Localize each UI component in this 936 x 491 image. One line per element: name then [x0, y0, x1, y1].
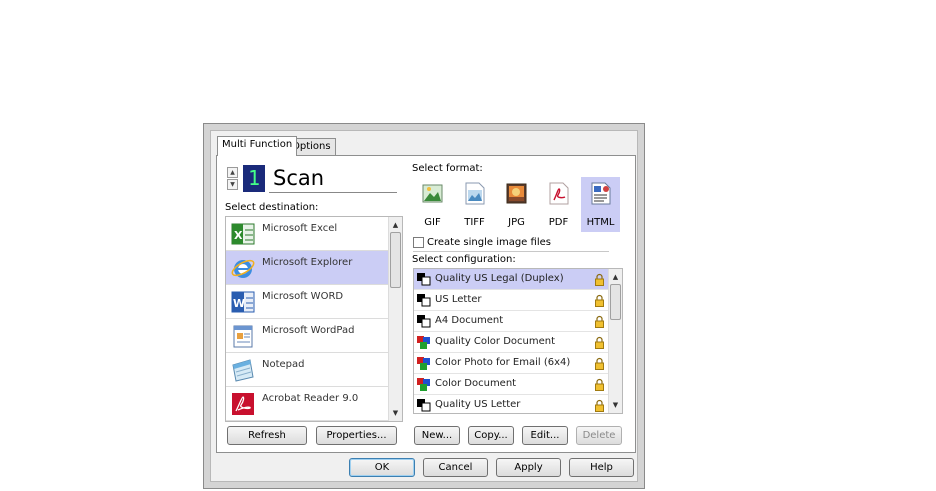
edit-button[interactable]: Edit... — [522, 426, 568, 445]
bw-scan-icon — [417, 399, 431, 412]
destination-item-wordpad[interactable]: Microsoft WordPad — [226, 319, 389, 353]
scan-spinner[interactable]: ▲ ▼ — [227, 167, 238, 191]
format-label: HTML — [586, 217, 615, 228]
config-item[interactable]: A4 Document — [414, 311, 610, 332]
destination-item-label: Microsoft WordPad — [262, 325, 355, 336]
color-scan-icon — [417, 378, 430, 391]
spin-down-button[interactable]: ▼ — [227, 179, 238, 190]
config-item[interactable]: Color Photo for Email (6x4) — [414, 353, 610, 374]
destination-item-label: Acrobat Reader 9.0 — [262, 393, 359, 404]
properties-button[interactable]: Properties... — [316, 426, 397, 445]
html-document-icon — [591, 182, 611, 205]
select-format-label: Select format: — [412, 163, 483, 174]
scan-button-icon: 1 — [243, 165, 265, 192]
help-button[interactable]: Help — [569, 458, 634, 477]
ie-icon — [231, 259, 255, 278]
bw-scan-icon — [417, 294, 431, 307]
excel-icon: X — [231, 223, 255, 245]
cancel-button[interactable]: Cancel — [423, 458, 488, 477]
scan-title-underline — [269, 192, 397, 193]
config-item[interactable]: Quality US Letter — [414, 395, 610, 413]
pdf-document-icon — [549, 182, 569, 205]
config-item[interactable]: Color Document — [414, 374, 610, 395]
format-html[interactable]: HTML — [581, 177, 620, 232]
config-item-label: Quality Color Document — [435, 336, 556, 347]
destination-scrollbar[interactable]: ▲ ▼ — [388, 217, 402, 421]
format-label: TIFF — [464, 217, 485, 228]
format-label: JPG — [508, 217, 525, 228]
bw-scan-icon — [417, 315, 431, 328]
scroll-up-arrow-icon[interactable]: ▲ — [389, 219, 402, 231]
ok-button[interactable]: OK — [349, 458, 415, 477]
wordpad-icon — [233, 325, 253, 348]
configuration-list[interactable]: Quality US Legal (Duplex) US Letter A4 D… — [413, 268, 623, 414]
spin-up-button[interactable]: ▲ — [227, 167, 238, 178]
scroll-thumb[interactable] — [610, 284, 621, 320]
svg-text:X: X — [234, 229, 243, 242]
gif-image-icon — [422, 184, 443, 203]
lock-icon — [595, 399, 604, 412]
color-scan-icon — [417, 336, 430, 349]
bw-scan-icon — [417, 273, 431, 286]
destination-item-notepad[interactable]: Notepad — [226, 353, 389, 387]
single-image-label: Create single image files — [427, 237, 551, 248]
word-icon: W — [231, 291, 255, 313]
color-scan-icon — [417, 357, 430, 370]
destination-item-acrobat[interactable]: Acrobat Reader 9.0 — [226, 387, 389, 421]
lock-icon — [595, 315, 604, 328]
format-gif[interactable]: GIF — [413, 177, 452, 232]
destination-item-label: Notepad — [262, 359, 305, 370]
lock-icon — [595, 273, 604, 286]
lock-icon — [595, 294, 604, 307]
destination-item-label: Microsoft Excel — [262, 223, 338, 234]
destination-item-explorer[interactable]: Microsoft Explorer — [226, 251, 389, 285]
destination-item-word[interactable]: W Microsoft WORD — [226, 285, 389, 319]
format-jpg[interactable]: JPG — [497, 177, 536, 232]
tab-multi-function[interactable]: Multi Function — [217, 136, 298, 156]
config-item[interactable]: US Letter — [414, 290, 610, 311]
delete-button[interactable]: Delete — [576, 426, 622, 445]
new-button[interactable]: New... — [414, 426, 460, 445]
lock-icon — [595, 336, 604, 349]
scroll-down-arrow-icon[interactable]: ▼ — [389, 407, 402, 419]
destination-item-label: Microsoft WORD — [262, 291, 344, 302]
config-item[interactable]: Quality Color Document — [414, 332, 610, 353]
config-item-label: Color Photo for Email (6x4) — [435, 357, 571, 368]
format-label: PDF — [548, 217, 569, 228]
acrobat-icon — [232, 393, 254, 415]
configuration-scrollbar[interactable]: ▲ ▼ — [608, 269, 622, 413]
destination-list[interactable]: X Microsoft Excel Microsoft Explorer W M… — [225, 216, 403, 422]
scan-title: Scan — [273, 166, 325, 190]
format-label: GIF — [424, 217, 441, 228]
copy-button[interactable]: Copy... — [468, 426, 514, 445]
destination-item-excel[interactable]: X Microsoft Excel — [226, 217, 389, 251]
jpg-image-icon — [506, 183, 527, 204]
config-item-label: US Letter — [435, 294, 482, 305]
select-destination-label: Select destination: — [225, 202, 319, 213]
config-item-label: Quality US Legal (Duplex) — [435, 273, 564, 284]
format-pdf[interactable]: PDF — [539, 177, 578, 232]
scroll-up-arrow-icon[interactable]: ▲ — [609, 271, 622, 283]
refresh-button[interactable]: Refresh — [227, 426, 307, 445]
scroll-thumb[interactable] — [390, 232, 401, 288]
destination-item-label: Microsoft Explorer — [262, 257, 353, 268]
config-item-label: A4 Document — [435, 315, 504, 326]
config-item-label: Quality US Letter — [435, 399, 521, 410]
config-item-label: Color Document — [435, 378, 517, 389]
lock-icon — [595, 378, 604, 391]
apply-button[interactable]: Apply — [496, 458, 561, 477]
lock-icon — [595, 357, 604, 370]
select-configuration-label: Select configuration: — [412, 254, 516, 265]
config-item[interactable]: Quality US Legal (Duplex) — [414, 269, 610, 290]
scroll-down-arrow-icon[interactable]: ▼ — [609, 399, 622, 411]
tiff-image-icon — [465, 182, 485, 205]
format-divider — [413, 251, 609, 252]
svg-text:W: W — [233, 297, 245, 310]
format-tiff[interactable]: TIFF — [455, 177, 494, 232]
single-image-checkbox[interactable] — [413, 237, 424, 248]
notepad-icon — [232, 359, 254, 382]
